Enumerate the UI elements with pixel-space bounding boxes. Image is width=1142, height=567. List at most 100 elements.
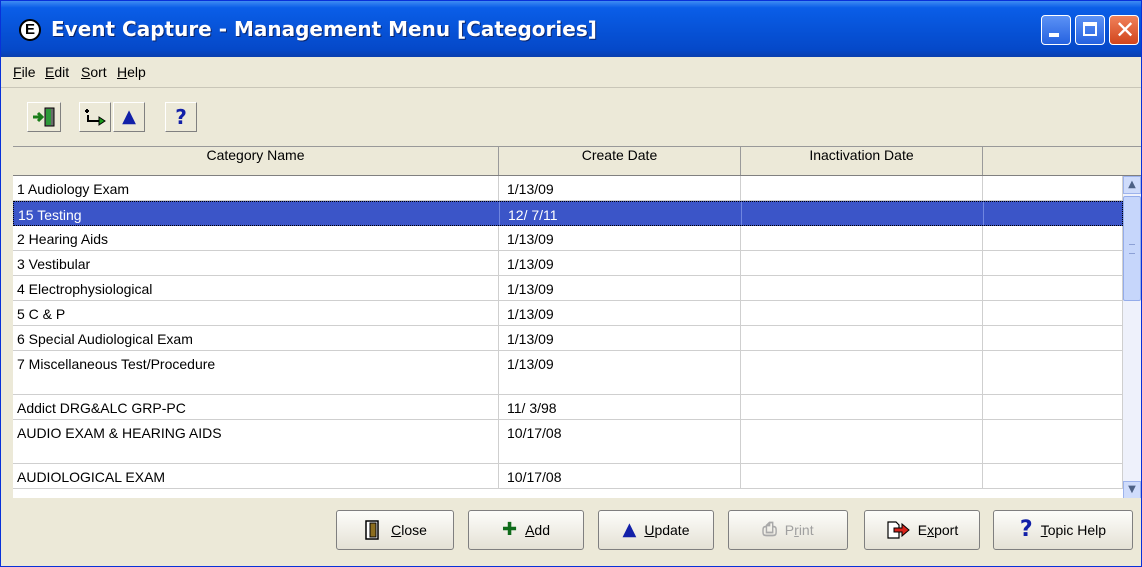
table-row[interactable]: 5 C & P 1/13/09 (13, 301, 1123, 326)
scroll-thumb[interactable] (1123, 196, 1141, 301)
menu-sort-label: ort (90, 64, 107, 80)
scroll-up-button[interactable]: ▲ (1123, 176, 1141, 194)
table-row[interactable]: AUDIO EXAM & HEARING AIDS 10/17/08 (13, 420, 1123, 464)
menu-edit-label: dit (54, 64, 70, 80)
extra-cell (983, 176, 1123, 200)
menu-edit-mnemonic: E (45, 64, 55, 80)
table-row[interactable]: 1 Audiology Exam 1/13/09 (13, 176, 1123, 201)
export-button-label: Export (918, 522, 958, 538)
topic-help-mnemonic: T (1040, 522, 1048, 538)
export-icon (887, 521, 910, 539)
create-date-cell: 1/13/09 (499, 326, 741, 350)
category-name-cell: 4 Electrophysiological (13, 276, 499, 300)
toolbar-add-button[interactable] (79, 102, 111, 132)
create-date-cell: 10/17/08 (499, 420, 741, 463)
category-name-cell: 3 Vestibular (13, 251, 499, 275)
window-title: Event Capture - Management Menu [Categor… (51, 17, 597, 41)
question-icon: ? (175, 105, 187, 129)
table-row[interactable]: Addict DRG&ALC GRP-PC 11/ 3/98 (13, 395, 1123, 420)
create-date-cell: 1/13/09 (499, 276, 741, 300)
close-button-label: Close (391, 522, 427, 538)
print-button[interactable]: ⎙ Print (728, 510, 848, 550)
close-button[interactable]: Close (336, 510, 454, 550)
update-button-label: Update (644, 522, 689, 538)
vertical-scrollbar[interactable]: ▲ ▼ (1123, 176, 1141, 499)
table-row[interactable]: 15 Testing 12/ 7/11 (13, 201, 1124, 226)
create-date-cell: 12/ 7/11 (500, 202, 742, 225)
category-name-cell: 15 Testing (14, 202, 500, 225)
extra-cell (983, 301, 1123, 325)
menu-sort-mnemonic: S (81, 64, 91, 80)
menu-help[interactable]: Help (117, 64, 146, 80)
maximize-button[interactable] (1075, 15, 1105, 45)
extra-cell (983, 464, 1123, 488)
toolbar-update-button[interactable]: ▲ (113, 102, 145, 132)
menu-help-mnemonic: H (117, 64, 128, 80)
column-header-inactivation-date[interactable]: Inactivation Date (741, 147, 983, 175)
column-header-create-date[interactable]: Create Date (499, 147, 741, 175)
inactivation-date-cell (741, 251, 983, 275)
inactivation-date-cell (741, 326, 983, 350)
close-window-button[interactable]: ✕ (1109, 15, 1139, 45)
printer-icon: ⎙ (762, 519, 777, 540)
minimize-button[interactable] (1041, 15, 1071, 45)
app-icon[interactable]: E (19, 19, 41, 41)
extra-cell (983, 226, 1123, 250)
scroll-down-button[interactable]: ▼ (1123, 481, 1141, 499)
table-row[interactable]: AUDIOLOGICAL EXAM 10/17/08 (13, 464, 1123, 489)
table-row[interactable]: 2 Hearing Aids 1/13/09 (13, 226, 1123, 251)
up-triangle-icon: ▲ (122, 106, 136, 127)
extra-cell (983, 420, 1123, 463)
category-name-cell: 6 Special Audiological Exam (13, 326, 499, 350)
add-button[interactable]: ✚ Add (468, 510, 584, 550)
extra-cell (983, 251, 1123, 275)
categories-table[interactable]: Category Name Create Date Inactivation D… (13, 146, 1141, 499)
export-label-rest: port (934, 522, 959, 538)
column-header-category-name[interactable]: Category Name (13, 147, 499, 175)
door-icon (365, 520, 379, 540)
close-mnemonic: C (391, 522, 402, 538)
up-triangle-icon: ▲ (622, 519, 637, 540)
title-bar[interactable]: E Event Capture - Management Menu [Categ… (1, 1, 1141, 57)
menu-edit[interactable]: Edit (45, 64, 69, 80)
inactivation-date-cell (741, 226, 983, 250)
maximize-icon (1083, 22, 1097, 36)
menu-file-label: ile (21, 64, 36, 80)
grip-icon (1129, 244, 1135, 254)
close-icon: ✕ (1114, 16, 1136, 44)
export-label-first: E (917, 522, 928, 538)
create-date-cell: 1/13/09 (499, 251, 741, 275)
table-header: Category Name Create Date Inactivation D… (13, 147, 1141, 176)
category-name-cell: 2 Hearing Aids (13, 226, 499, 250)
toolbar-exit-button[interactable] (27, 102, 61, 132)
category-name-cell: 1 Audiology Exam (13, 176, 499, 200)
export-button[interactable]: Export (864, 510, 980, 550)
topic-help-label: Topic Help (1041, 522, 1106, 538)
update-mnemonic: U (644, 522, 655, 538)
menu-help-label: elp (127, 64, 146, 80)
menu-sort[interactable]: Sort (81, 64, 107, 80)
table-row[interactable]: 4 Electrophysiological 1/13/09 (13, 276, 1123, 301)
inactivation-date-cell (741, 301, 983, 325)
table-row[interactable]: 7 Miscellaneous Test/Procedure 1/13/09 (13, 351, 1123, 395)
create-date-cell: 11/ 3/98 (499, 395, 741, 419)
table-row[interactable]: 3 Vestibular 1/13/09 (13, 251, 1123, 276)
extra-cell (983, 395, 1123, 419)
inactivation-date-cell (741, 420, 983, 463)
update-button[interactable]: ▲ Update (598, 510, 714, 550)
menu-file[interactable]: File (13, 64, 36, 80)
chevron-up-icon: ▲ (1128, 179, 1136, 190)
print-label-rest: int (798, 522, 814, 538)
add-arrow-icon (85, 109, 106, 126)
toolbar-help-button[interactable]: ? (165, 102, 197, 132)
table-row[interactable]: 6 Special Audiological Exam 1/13/09 (13, 326, 1123, 351)
menu-bar: File Edit Sort Help (1, 57, 1141, 88)
category-name-cell: 7 Miscellaneous Test/Procedure (13, 351, 499, 394)
minimize-icon (1049, 33, 1059, 37)
inactivation-date-cell (741, 464, 983, 488)
close-label-rest: lose (401, 522, 427, 538)
app-window: E Event Capture - Management Menu [Categ… (0, 0, 1142, 567)
category-name-cell: AUDIOLOGICAL EXAM (13, 464, 499, 488)
extra-cell (983, 326, 1123, 350)
topic-help-button[interactable]: ? Topic Help (993, 510, 1133, 550)
